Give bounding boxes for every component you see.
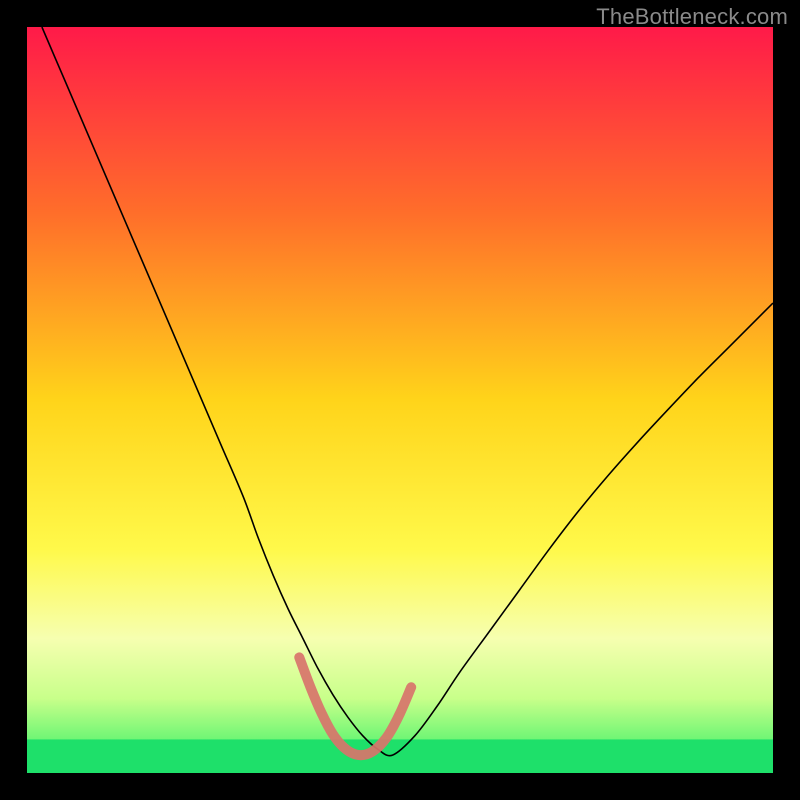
optimal-green-band [27,739,773,773]
heatmap-gradient-background [27,27,773,773]
plot-frame [27,27,773,773]
bottleneck-chart [27,27,773,773]
watermark-text: TheBottleneck.com [596,4,788,30]
